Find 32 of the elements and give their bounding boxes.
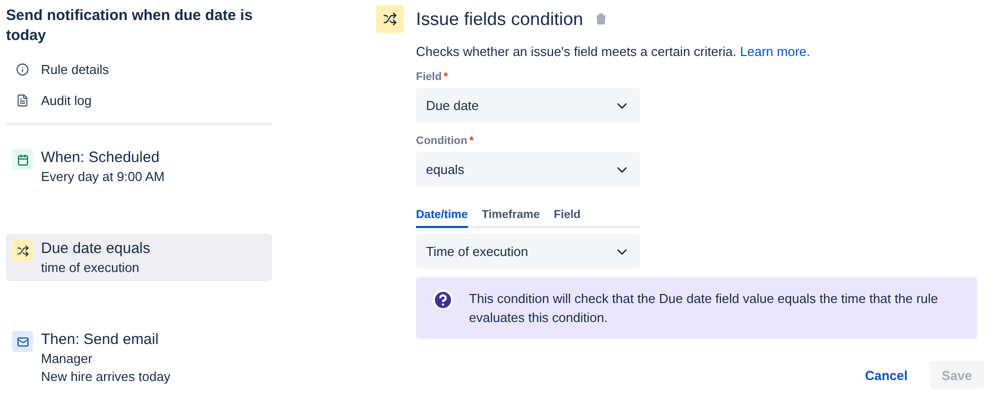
question-icon — [432, 289, 454, 311]
step-title: Then: Send email — [41, 330, 160, 350]
description: Checks whether an issue's field meets a certain criteria. Learn more. — [416, 44, 812, 59]
step-detail: New hire arrives today — [41, 368, 170, 386]
rule-title: Send notification when due date is today — [6, 6, 254, 46]
select-field[interactable]: Time of execution — [416, 234, 640, 269]
tab[interactable]: Timeframe — [482, 209, 540, 228]
step-detail: Every day at 9:00 AM — [41, 168, 165, 186]
field-label: Field * — [416, 71, 449, 83]
calendar-icon — [12, 149, 33, 170]
step-detail: time of execution — [41, 259, 140, 277]
info-text: This condition will check that the Due date field value equals the time that the rule evaluates this condition. — [469, 290, 939, 327]
sidebar-link[interactable]: Audit log — [41, 93, 92, 108]
rule-step[interactable]: Due date equals time of execution — [6, 234, 272, 281]
tab[interactable]: Date/time — [416, 209, 468, 228]
tab[interactable]: Field — [554, 209, 581, 228]
learn-more-link[interactable]: Learn more. — [740, 44, 810, 59]
action-button[interactable]: Cancel — [852, 361, 920, 389]
select-field[interactable]: equals — [416, 152, 640, 187]
panel-title: Issue fields condition — [416, 8, 584, 30]
envelope-icon — [12, 331, 33, 352]
info-icon — [16, 63, 29, 76]
step-detail: Manager — [41, 350, 94, 368]
sidebar-link[interactable]: Rule details — [41, 62, 109, 77]
shuffle-icon — [376, 5, 404, 33]
field-label: Condition * — [416, 135, 475, 147]
step-title: When: Scheduled — [41, 148, 160, 168]
select-field[interactable]: Due date — [416, 88, 640, 123]
document-icon — [16, 94, 29, 107]
shuffle-icon — [12, 240, 33, 261]
delete-icon[interactable] — [595, 13, 608, 25]
step-title: Due date equals — [41, 239, 150, 259]
